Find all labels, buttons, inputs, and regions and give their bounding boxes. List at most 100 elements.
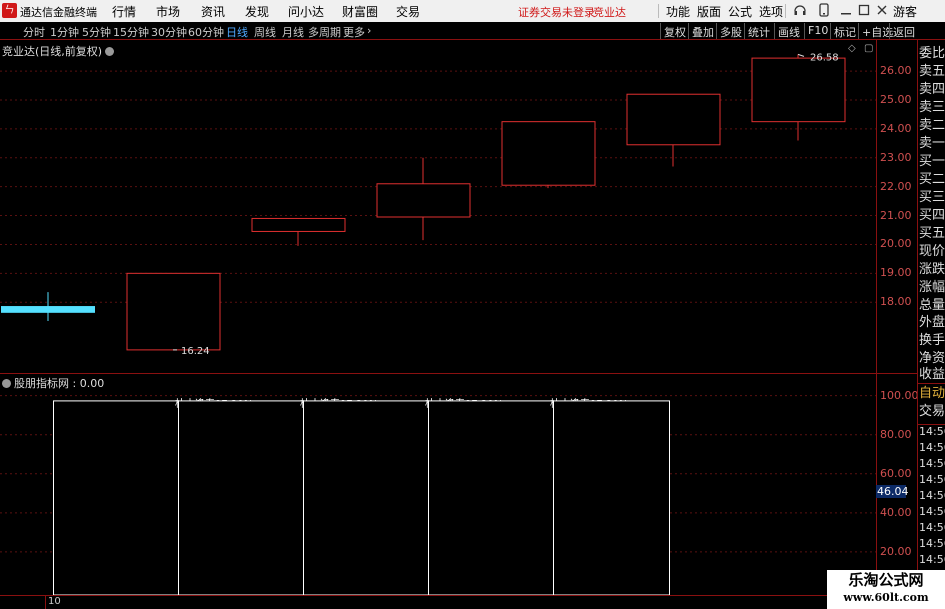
side-label-change: 涨跌 (919, 262, 945, 277)
side-label-bid2: 买二 (919, 172, 945, 187)
indicator-bar (178, 400, 304, 595)
headset-icon[interactable] (793, 3, 807, 20)
draw-line-button[interactable]: 画线 (774, 23, 803, 39)
chart-title: 竞业达(日线,前复权) (2, 43, 115, 59)
side-label-bid3: 买三 (919, 190, 945, 205)
auto-mode-tab[interactable]: 自动 (919, 386, 945, 402)
axis-divider (876, 40, 877, 595)
period-15min[interactable]: 15分钟 (113, 24, 149, 40)
minimize-icon[interactable] (840, 3, 852, 20)
tick-time: 14:56 (919, 473, 945, 486)
price-tick-label: 19.00 (880, 266, 912, 280)
menu-item-functions[interactable]: 功能 (666, 3, 690, 20)
guest-login[interactable]: 游客 (893, 3, 917, 20)
price-tick-label: 18.00 (880, 295, 912, 309)
diamond-icon[interactable]: ◇ (848, 43, 856, 54)
tick-time: 14:56 (919, 505, 945, 518)
side-label-ask2: 卖二 (919, 118, 945, 133)
high-price-label: 26.58 (810, 52, 839, 63)
candle-body (751, 57, 846, 123)
side-label-change-pct: 涨幅 (919, 280, 945, 295)
side-label-ask3: 卖三 (919, 100, 945, 115)
menu-item-layout[interactable]: 版面 (697, 3, 721, 20)
side-label-bid4: 买四 (919, 208, 945, 223)
phone-icon[interactable] (818, 3, 830, 20)
close-icon[interactable] (876, 3, 888, 20)
indicator-bar (553, 400, 670, 595)
indicator-current-value: 46.04 (876, 485, 909, 498)
period-1min[interactable]: 1分钟 (50, 24, 79, 40)
menu-item-market[interactable]: 市场 (156, 3, 180, 20)
indicator-tick-label: 60.00 (880, 466, 912, 480)
indicator-tick-label: 20.00 (880, 544, 912, 558)
login-status[interactable]: 证券交易未登录 (518, 4, 595, 20)
window-restore-icon[interactable]: ▢ (864, 43, 873, 54)
app-logo-icon: ㄣ (2, 3, 17, 18)
high-marker-arrow (797, 53, 805, 57)
low-price-label: 16.24 (181, 346, 210, 357)
side-label-outer-volume: 外盘 (919, 315, 945, 330)
chevron-right-icon[interactable]: › (367, 24, 371, 37)
indicator-bar (53, 400, 179, 595)
maximize-icon[interactable] (858, 3, 870, 20)
price-tick-label: 25.00 (880, 93, 912, 106)
menu-item-options[interactable]: 选项 (759, 3, 783, 20)
indicator-chart[interactable]: 枯木逢春97.30%枯木逢春97.30%枯木逢春97.30%枯木逢春97.30% (0, 374, 876, 595)
price-tick-label: 22.00 (880, 179, 912, 193)
side-label-ask1: 卖一 (919, 136, 945, 151)
period-5min[interactable]: 5分钟 (82, 24, 111, 40)
time-axis: 10 (0, 596, 945, 609)
menu-item-ask-xiaoda[interactable]: 问小达 (288, 3, 324, 20)
indicator-bar (428, 400, 554, 595)
period-60min[interactable]: 60分钟 (188, 24, 224, 40)
multi-stock-button[interactable]: 多股 (716, 23, 745, 39)
indicator-settings-dot-icon[interactable] (2, 379, 11, 388)
period-intraday[interactable]: 分时 (23, 24, 45, 40)
tick-time: 14:56 (919, 553, 945, 566)
candle-body (501, 121, 596, 186)
candlestick-chart[interactable]: 26.58 16.24 (0, 40, 876, 372)
quote-side-panel: 委比 卖五 卖四 卖三 卖二 卖一 买一 买二 买三 买四 买五 现价 涨跌 涨… (918, 40, 945, 595)
price-tick-label: 23.00 (880, 150, 912, 164)
settings-dot-icon[interactable] (105, 47, 115, 56)
trade-tab[interactable]: 交易 (919, 404, 945, 420)
tick-time: 14:56 (919, 489, 945, 502)
indicator-tick-label: 100.00 (880, 388, 919, 402)
tick-time: 14:56 (919, 537, 945, 550)
period-multi[interactable]: 多周期 (308, 24, 341, 40)
indicator-tick-label: 40.00 (880, 505, 912, 519)
period-daily[interactable]: 日线 (226, 24, 248, 40)
price-tick-label: 21.00 (880, 208, 912, 222)
mark-button[interactable]: 标记 (830, 23, 859, 39)
current-stock-name: 竞业达 (593, 6, 626, 19)
tick-time: 14:56 (919, 425, 945, 438)
watermark-url: www.60lt.com (843, 591, 929, 604)
adjust-button[interactable]: 复权 (660, 23, 689, 39)
side-label-net-assets: 净资 (919, 351, 945, 366)
overlay-button[interactable]: 叠加 (688, 23, 717, 39)
menu-item-formula[interactable]: 公式 (728, 3, 752, 20)
period-weekly[interactable]: 周线 (254, 24, 276, 40)
period-30min[interactable]: 30分钟 (151, 24, 187, 40)
menu-item-discover[interactable]: 发现 (245, 3, 269, 20)
period-toolbar: 分时 1分钟 5分钟 15分钟 30分钟 60分钟 日线 周线 月线 多周期 更… (0, 22, 945, 40)
side-label-ask5: 卖五 (919, 64, 945, 79)
period-more[interactable]: 更多 (343, 24, 365, 40)
f10-button[interactable]: F10 (804, 23, 831, 39)
time-axis-tick (45, 596, 46, 609)
menu-item-wealth-circle[interactable]: 财富圈 (342, 3, 378, 20)
back-button[interactable]: 返回 (889, 23, 918, 39)
tick-time: 14:56 (919, 521, 945, 534)
candle-body (251, 217, 346, 232)
menu-item-trade[interactable]: 交易 (396, 3, 420, 20)
side-label-earnings: 收益 (919, 367, 945, 382)
candle-body (126, 272, 221, 351)
tick-time: 14:56 (919, 457, 945, 470)
period-monthly[interactable]: 月线 (282, 24, 304, 40)
time-axis-label: 10 (48, 596, 61, 607)
statistics-button[interactable]: 统计 (744, 23, 773, 39)
menu-item-news[interactable]: 资讯 (201, 3, 225, 20)
menu-item-quotes[interactable]: 行情 (112, 3, 136, 20)
candle-body (1, 306, 95, 313)
price-tick-label: 24.00 (880, 121, 912, 135)
